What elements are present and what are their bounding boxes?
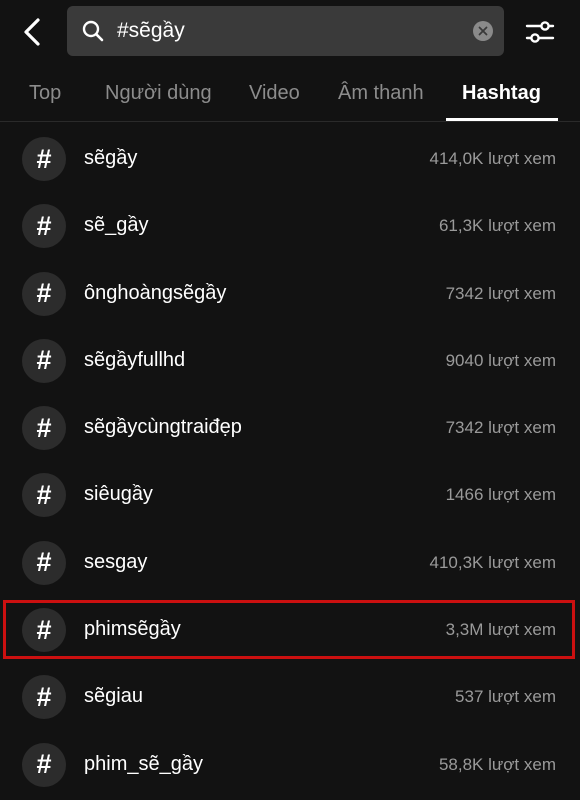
back-button[interactable] <box>14 14 50 50</box>
hashtag-icon: # <box>22 271 66 316</box>
hashtag-views: 58,8K lượt xem <box>438 754 556 774</box>
tabs-divider <box>0 121 580 122</box>
hashtag-row[interactable]: # sẽgiau 537 lượt xem <box>0 663 580 730</box>
hashtag-row[interactable]: # siêugầy 1466 lượt xem <box>0 461 580 528</box>
search-input[interactable]: #sẽgầy <box>117 6 457 56</box>
hashtag-row[interactable]: # ônghoàngsẽgầy 7342 lượt xem <box>0 260 580 327</box>
hashtag-views: 537 lượt xem <box>455 687 556 707</box>
hashtag-row[interactable]: # sẽgầy 414,0K lượt xem <box>0 125 580 192</box>
hashtag-icon: # <box>22 204 66 249</box>
hashtag-name: sẽgiau <box>84 685 143 708</box>
search-tabs: Top Người dùng Video Âm thanh Hashtag <box>0 62 580 122</box>
hashtag-name: sẽgầyfullhd <box>84 348 186 371</box>
hashtag-row[interactable]: # phimsẽgầy 3,3M lượt xem <box>0 596 580 663</box>
hashtag-views: 7342 lượt xem <box>445 283 556 303</box>
hashtag-row[interactable]: # sesgay 410,3K lượt xem <box>0 529 580 596</box>
hashtag-icon: # <box>22 742 66 787</box>
hashtag-views: 3,3M lượt xem <box>445 620 556 640</box>
hashtag-views: 1466 lượt xem <box>445 485 556 505</box>
hashtag-icon: # <box>22 137 66 181</box>
hashtag-name: sẽgầy <box>84 147 138 169</box>
hashtag-name: phimsẽgầy <box>84 618 181 641</box>
top-bar: #sẽgầy <box>0 0 580 62</box>
hashtag-icon: # <box>22 473 66 518</box>
hashtag-views: 9040 lượt xem <box>445 350 556 370</box>
hashtag-name: sẽ_gầy <box>84 214 149 237</box>
tab-users[interactable]: Người dùng <box>105 62 212 120</box>
hashtag-row[interactable]: # phim_sẽ_gầy 58,8K lượt xem <box>0 731 580 798</box>
search-icon <box>82 20 104 42</box>
hashtag-icon: # <box>22 338 66 383</box>
tab-top[interactable]: Top <box>29 62 61 120</box>
chevron-left-icon <box>24 18 40 46</box>
hashtag-views: 61,3K lượt xem <box>438 216 556 236</box>
hashtag-name: sesgay <box>84 550 148 573</box>
clear-icon <box>478 26 488 36</box>
tab-sounds[interactable]: Âm thanh <box>338 62 424 120</box>
hashtag-icon: # <box>22 608 66 653</box>
hashtag-views: 414,0K lượt xem <box>429 149 556 168</box>
tab-hashtag[interactable]: Hashtag <box>462 62 541 120</box>
hashtag-name: phim_sẽ_gầy <box>84 752 203 775</box>
filter-sliders-icon <box>525 21 555 43</box>
filter-button[interactable] <box>522 14 558 50</box>
hashtag-icon: # <box>22 675 66 720</box>
hashtag-row[interactable]: # sẽ_gầy 61,3K lượt xem <box>0 192 580 259</box>
hashtag-row[interactable]: # sẽgầycùngtraiđẹp 7342 lượt xem <box>0 394 580 461</box>
hashtag-views: 7342 lượt xem <box>445 418 556 438</box>
hashtag-icon: # <box>22 540 66 585</box>
hashtag-list: # sẽgầy 414,0K lượt xem # sẽ_gầy 61,3K l… <box>0 125 580 798</box>
hashtag-icon: # <box>22 406 66 451</box>
hashtag-name: siêugầy <box>84 483 153 506</box>
hashtag-row[interactable]: # sẽgầyfullhd 9040 lượt xem <box>0 327 580 394</box>
search-box[interactable]: #sẽgầy <box>67 6 504 56</box>
hashtag-name: sẽgầycùngtraiđẹp <box>84 416 242 439</box>
hashtag-name: ônghoàngsẽgầy <box>84 281 227 304</box>
tab-video[interactable]: Video <box>249 62 300 120</box>
clear-search-button[interactable] <box>473 21 493 41</box>
hashtag-views: 410,3K lượt xem <box>429 552 556 572</box>
